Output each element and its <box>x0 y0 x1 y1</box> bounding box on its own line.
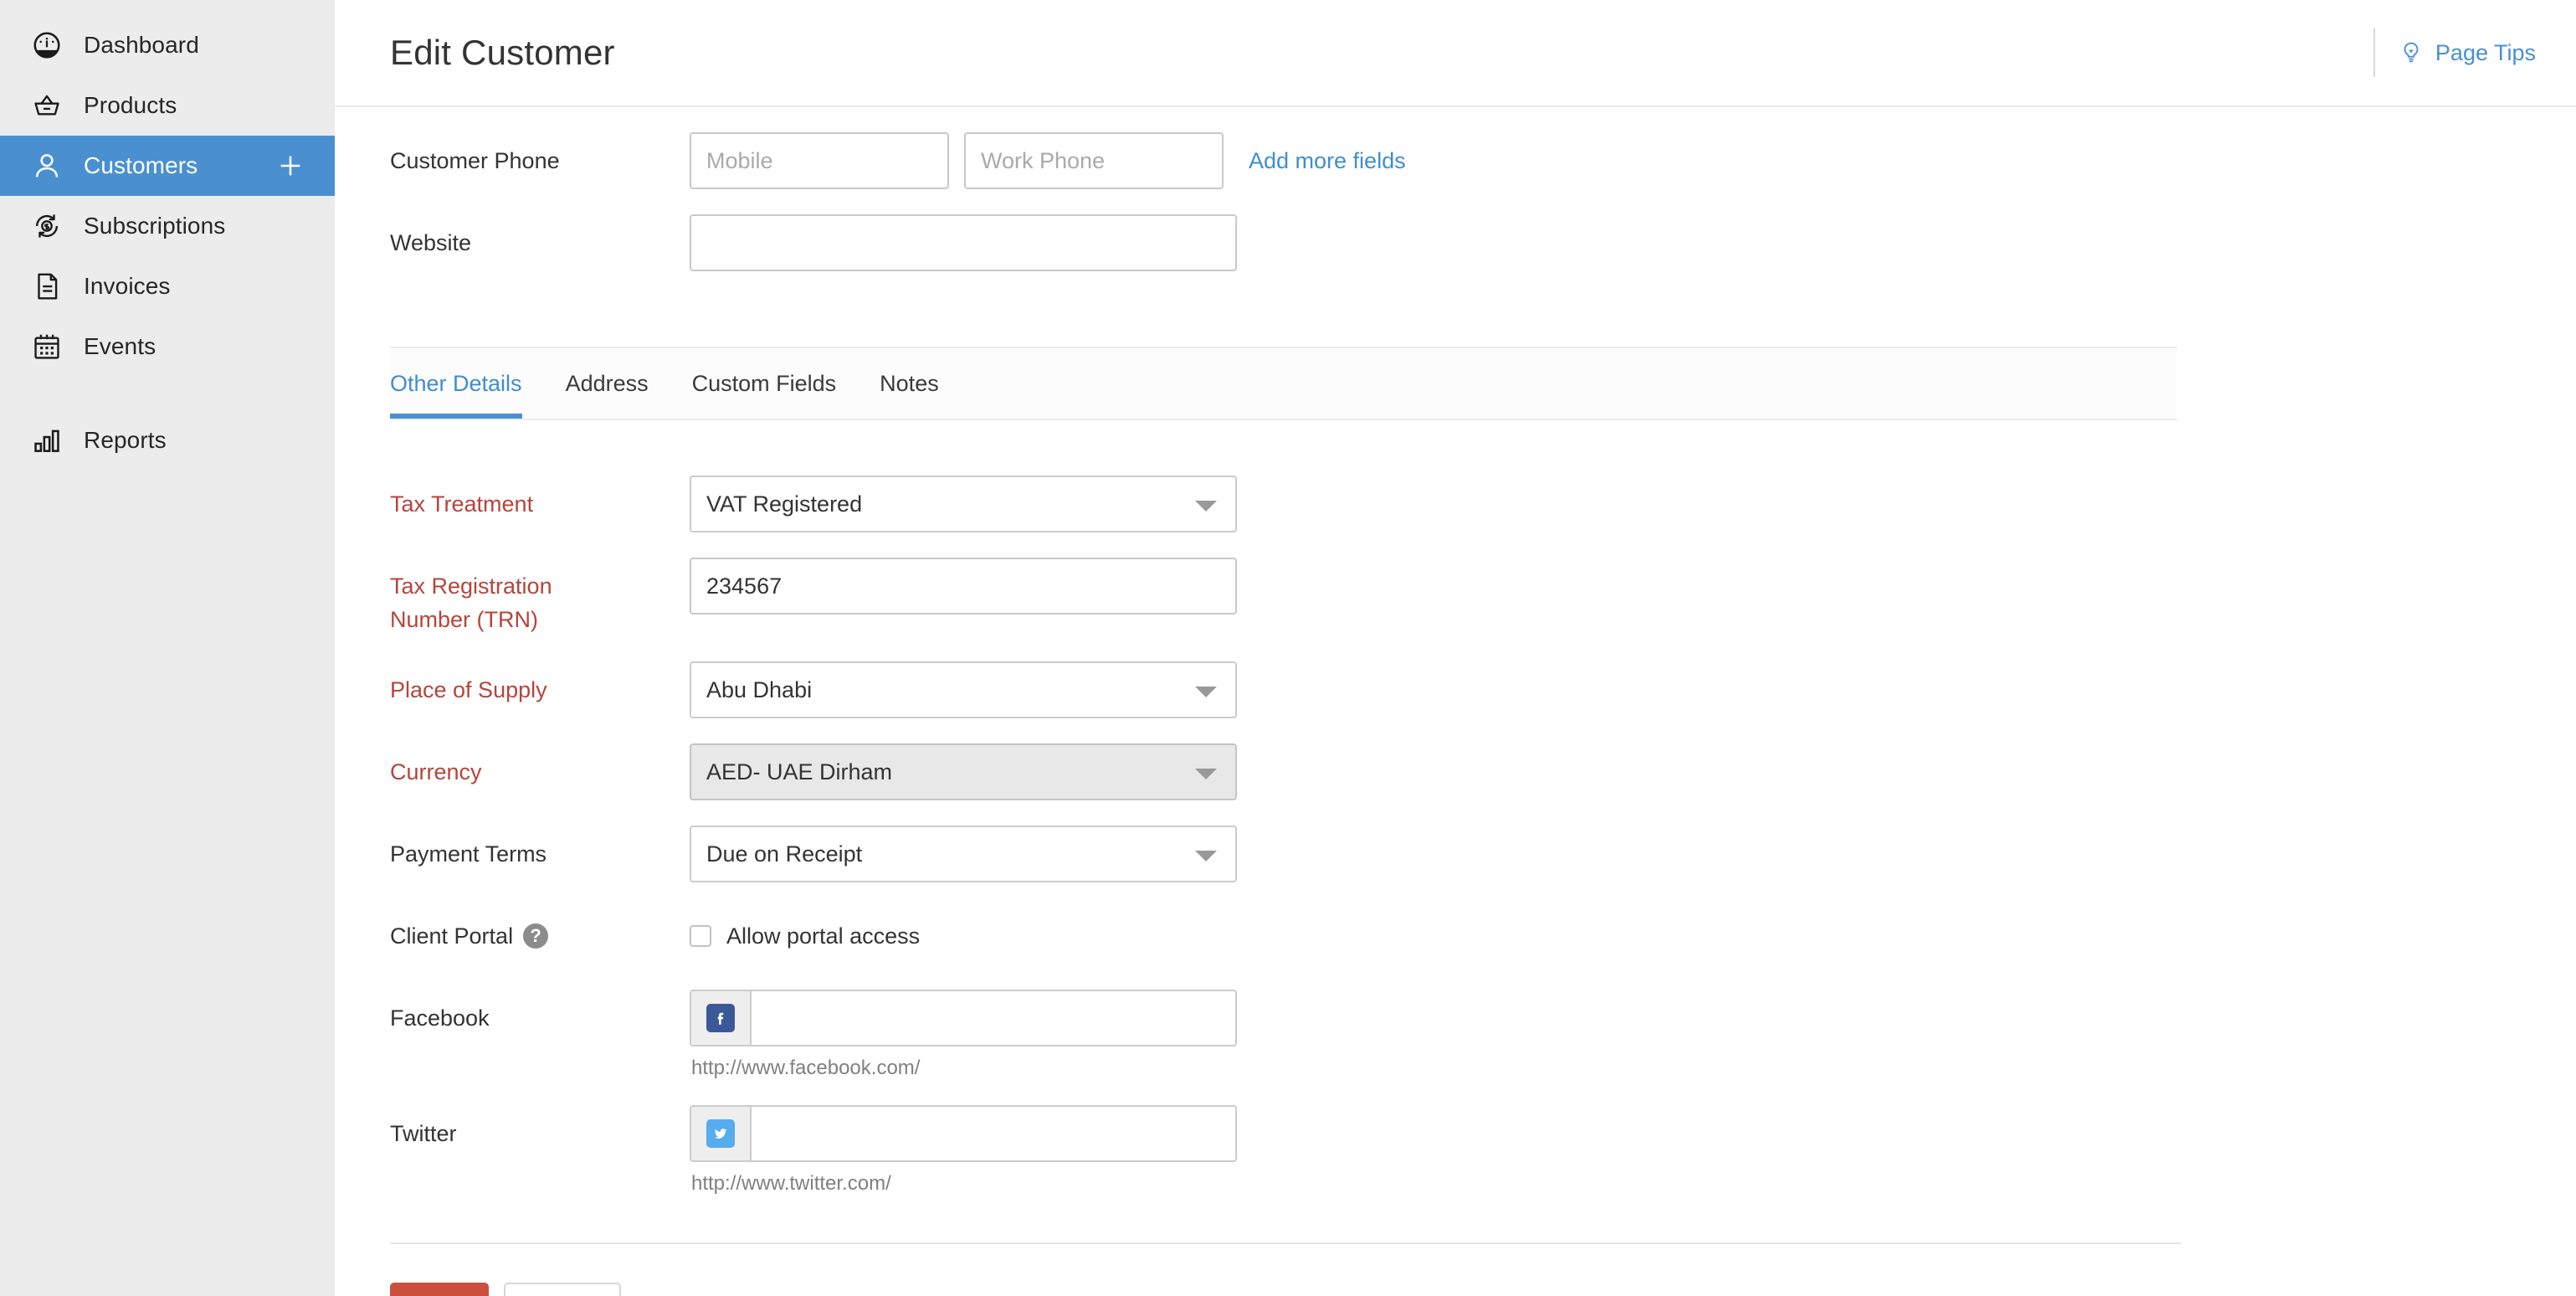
website-row: Website <box>390 214 2576 271</box>
top-bar: Edit Customer Page Tips <box>335 0 2576 107</box>
footer-divider <box>390 1242 2181 1244</box>
tab-label: Custom Fields <box>692 371 837 397</box>
trn-label-line2: Number (TRN) <box>390 607 538 632</box>
tab-bar: Other Details Address Custom Fields Note… <box>390 347 2177 420</box>
sidebar: Dashboard Products Customers <box>0 0 335 1296</box>
trn-label-line1: Tax Registration <box>390 573 552 599</box>
form-actions: Save Cancel <box>390 1283 2576 1296</box>
basket-icon <box>28 87 65 124</box>
save-button[interactable]: Save <box>390 1283 489 1296</box>
place-of-supply-label: Place of Supply <box>390 661 690 707</box>
customer-phone-label: Customer Phone <box>390 132 690 177</box>
tax-treatment-select[interactable]: VAT Registered <box>690 476 1237 532</box>
tax-treatment-label: Tax Treatment <box>390 476 690 521</box>
question-mark-icon[interactable]: ? <box>523 923 548 949</box>
payment-terms-select[interactable]: Due on Receipt <box>690 825 1237 882</box>
place-of-supply-select[interactable]: Abu Dhabi <box>690 661 1237 718</box>
payment-terms-value: Due on Receipt <box>706 841 862 867</box>
page-tips-label: Page Tips <box>2435 28 2536 77</box>
payment-terms-row: Payment Terms Due on Receipt <box>390 825 2576 882</box>
lightbulb-icon <box>2399 40 2424 65</box>
work-phone-input[interactable] <box>964 132 1224 189</box>
client-portal-label: Client Portal ? <box>390 908 690 953</box>
sidebar-item-label: Events <box>84 335 156 358</box>
tax-treatment-value: VAT Registered <box>706 491 862 517</box>
facebook-label: Facebook <box>390 990 690 1035</box>
add-customer-button[interactable] <box>276 152 305 180</box>
twitter-input[interactable] <box>752 1107 1235 1160</box>
place-of-supply-row: Place of Supply Abu Dhabi <box>390 661 2576 718</box>
customer-phone-row: Customer Phone Add more fields <box>390 132 2576 189</box>
sidebar-item-invoices[interactable]: Invoices <box>0 256 335 316</box>
allow-portal-access-checkbox[interactable] <box>690 925 711 947</box>
facebook-input[interactable] <box>752 991 1235 1045</box>
page-tips-button[interactable]: Page Tips <box>2373 28 2536 77</box>
sidebar-item-customers[interactable]: Customers <box>0 136 335 196</box>
bar-chart-icon <box>28 422 65 459</box>
payment-terms-label: Payment Terms <box>390 825 690 871</box>
sidebar-item-events[interactable]: Events <box>0 316 335 377</box>
twitter-row: Twitter http://www.twitter.c <box>390 1105 2576 1196</box>
sidebar-item-label: Invoices <box>84 275 171 298</box>
sidebar-item-label: Dashboard <box>84 33 199 57</box>
tab-label: Other Details <box>390 371 522 397</box>
mobile-input[interactable] <box>690 132 949 189</box>
tax-registration-number-input[interactable] <box>690 558 1237 615</box>
sidebar-item-subscriptions[interactable]: Subscriptions <box>0 196 335 256</box>
recurring-dollar-icon <box>28 208 65 244</box>
twitter-label: Twitter <box>390 1105 690 1150</box>
cancel-button[interactable]: Cancel <box>504 1283 621 1296</box>
page-title: Edit Customer <box>390 33 615 73</box>
currency-row: Currency AED- UAE Dirham <box>390 743 2576 800</box>
sidebar-item-label: Customers <box>84 154 198 177</box>
form-content: Customer Phone Add more fields Website O… <box>335 132 2576 1296</box>
tab-label: Address <box>566 371 649 397</box>
tax-registration-number-row: Tax Registration Number (TRN) <box>390 558 2576 636</box>
calendar-icon <box>28 328 65 365</box>
app-root: Dashboard Products Customers <box>0 0 2576 1296</box>
tab-custom-fields[interactable]: Custom Fields <box>670 348 859 419</box>
facebook-field-group: http://www.facebook.com/ <box>690 990 1237 1080</box>
currency-value: AED- UAE Dirham <box>706 759 892 785</box>
twitter-addon <box>691 1107 752 1160</box>
allow-portal-access-wrapper: Allow portal access <box>690 908 920 964</box>
tab-label: Notes <box>880 371 939 397</box>
sidebar-item-dashboard[interactable]: Dashboard <box>0 15 335 75</box>
sidebar-item-products[interactable]: Products <box>0 75 335 136</box>
currency-label: Currency <box>390 743 690 789</box>
client-portal-row: Client Portal ? Allow portal access <box>390 908 2576 964</box>
twitter-hint: http://www.twitter.com/ <box>691 1172 1237 1196</box>
currency-select: AED- UAE Dirham <box>690 743 1237 800</box>
main-content: Edit Customer Page Tips Customer Phone <box>335 0 2576 1296</box>
facebook-row: Facebook http://www.facebook <box>390 990 2576 1080</box>
website-label: Website <box>390 214 690 260</box>
tax-registration-number-label: Tax Registration Number (TRN) <box>390 558 690 636</box>
user-icon <box>28 147 65 184</box>
twitter-field-group: http://www.twitter.com/ <box>690 1105 1237 1196</box>
sidebar-spacer <box>0 377 335 410</box>
sidebar-item-label: Products <box>84 94 177 117</box>
allow-portal-access-label: Allow portal access <box>726 923 920 949</box>
tab-notes[interactable]: Notes <box>858 348 961 419</box>
facebook-icon <box>706 1004 735 1032</box>
add-more-fields-link[interactable]: Add more fields <box>1249 132 1406 189</box>
twitter-icon <box>706 1119 735 1148</box>
place-of-supply-value: Abu Dhabi <box>706 677 812 703</box>
tax-treatment-row: Tax Treatment VAT Registered <box>390 476 2576 532</box>
website-input[interactable] <box>690 214 1237 271</box>
sidebar-item-reports[interactable]: Reports <box>0 410 335 471</box>
sidebar-item-label: Reports <box>84 429 167 452</box>
document-icon <box>28 268 65 305</box>
facebook-hint: http://www.facebook.com/ <box>691 1057 1237 1080</box>
sidebar-item-label: Subscriptions <box>84 214 225 238</box>
tab-address[interactable]: Address <box>544 348 670 419</box>
tab-other-details[interactable]: Other Details <box>390 348 544 419</box>
facebook-addon <box>691 991 752 1045</box>
dashboard-icon <box>28 27 65 64</box>
